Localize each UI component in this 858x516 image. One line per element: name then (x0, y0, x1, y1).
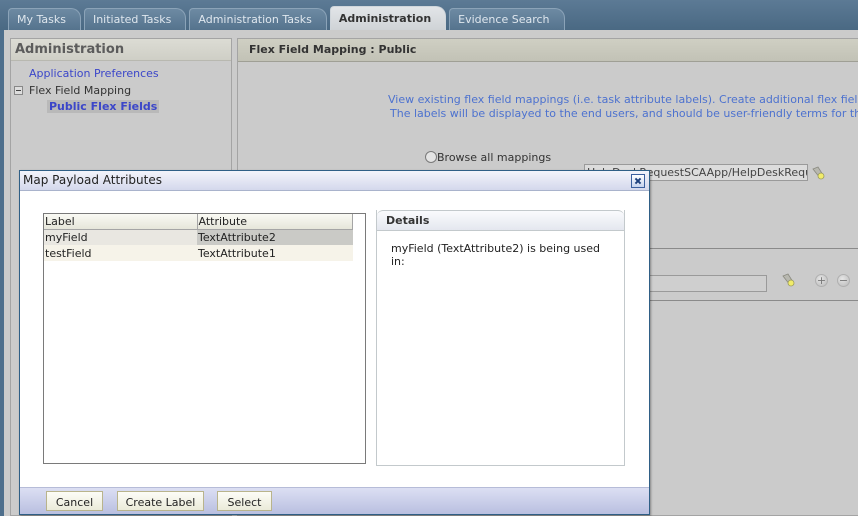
tab-my-tasks[interactable]: My Tasks (8, 8, 81, 30)
browse-all-label: Browse all mappings (437, 151, 552, 164)
map-payload-attributes-dialog: Map Payload Attributes Label Attribute m… (19, 170, 650, 515)
sidebar-item-flex-field-mapping[interactable]: Flex Field Mapping (29, 84, 131, 97)
close-icon[interactable] (631, 174, 645, 188)
column-header-attribute[interactable]: Attribute (197, 214, 353, 230)
cancel-button[interactable]: Cancel (46, 491, 103, 511)
remove-icon[interactable]: − (837, 274, 850, 287)
flashlight-search-icon[interactable] (781, 273, 795, 287)
browse-all-radio[interactable] (425, 151, 437, 163)
mapping-field[interactable] (640, 275, 767, 292)
tab-initiated-tasks[interactable]: Initiated Tasks (83, 8, 187, 30)
cell-attribute: TextAttribute2 (197, 229, 353, 245)
details-panel: Details myField (TextAttribute2) is bein… (376, 210, 625, 466)
table-row[interactable]: myField TextAttribute2 (44, 229, 353, 245)
table-header-row: Label Attribute (44, 214, 353, 230)
table-row[interactable]: testField TextAttribute1 (44, 245, 353, 261)
dialog-footer: Cancel Create Label Select (20, 487, 649, 514)
dialog-title: Map Payload Attributes (20, 171, 649, 191)
cell-label: testField (44, 245, 197, 261)
sidebar-item-public-flex-fields[interactable]: Public Flex Fields (47, 100, 160, 113)
details-text: myField (TextAttribute2) is being used i… (391, 242, 600, 268)
create-label-button[interactable]: Create Label (117, 491, 204, 511)
collapse-icon[interactable] (14, 86, 23, 95)
cell-attribute: TextAttribute1 (197, 245, 353, 261)
sidebar-item-application-preferences[interactable]: Application Preferences (29, 67, 159, 80)
tab-evidence-search[interactable]: Evidence Search (449, 8, 565, 30)
info-line-2: The labels will be displayed to the end … (390, 107, 858, 120)
select-button[interactable]: Select (217, 491, 272, 511)
add-icon[interactable]: + (815, 274, 828, 287)
info-line-1: View existing flex field mappings (i.e. … (388, 93, 858, 106)
flashlight-search-icon[interactable] (811, 166, 825, 180)
details-title: Details (377, 210, 624, 231)
mapping-table: Label Attribute myField TextAttribute2 t… (43, 213, 366, 464)
main-panel-title: Flex Field Mapping : Public (238, 39, 858, 62)
column-header-label[interactable]: Label (44, 214, 198, 230)
info-text: View existing flex field mappings (i.e. … (238, 93, 858, 121)
sidebar-title: Administration (11, 39, 231, 61)
cell-label: myField (44, 229, 197, 245)
tab-administration-tasks[interactable]: Administration Tasks (189, 8, 327, 30)
main-tabs: My Tasks Initiated Tasks Administration … (8, 6, 568, 30)
tab-administration[interactable]: Administration (329, 6, 447, 30)
